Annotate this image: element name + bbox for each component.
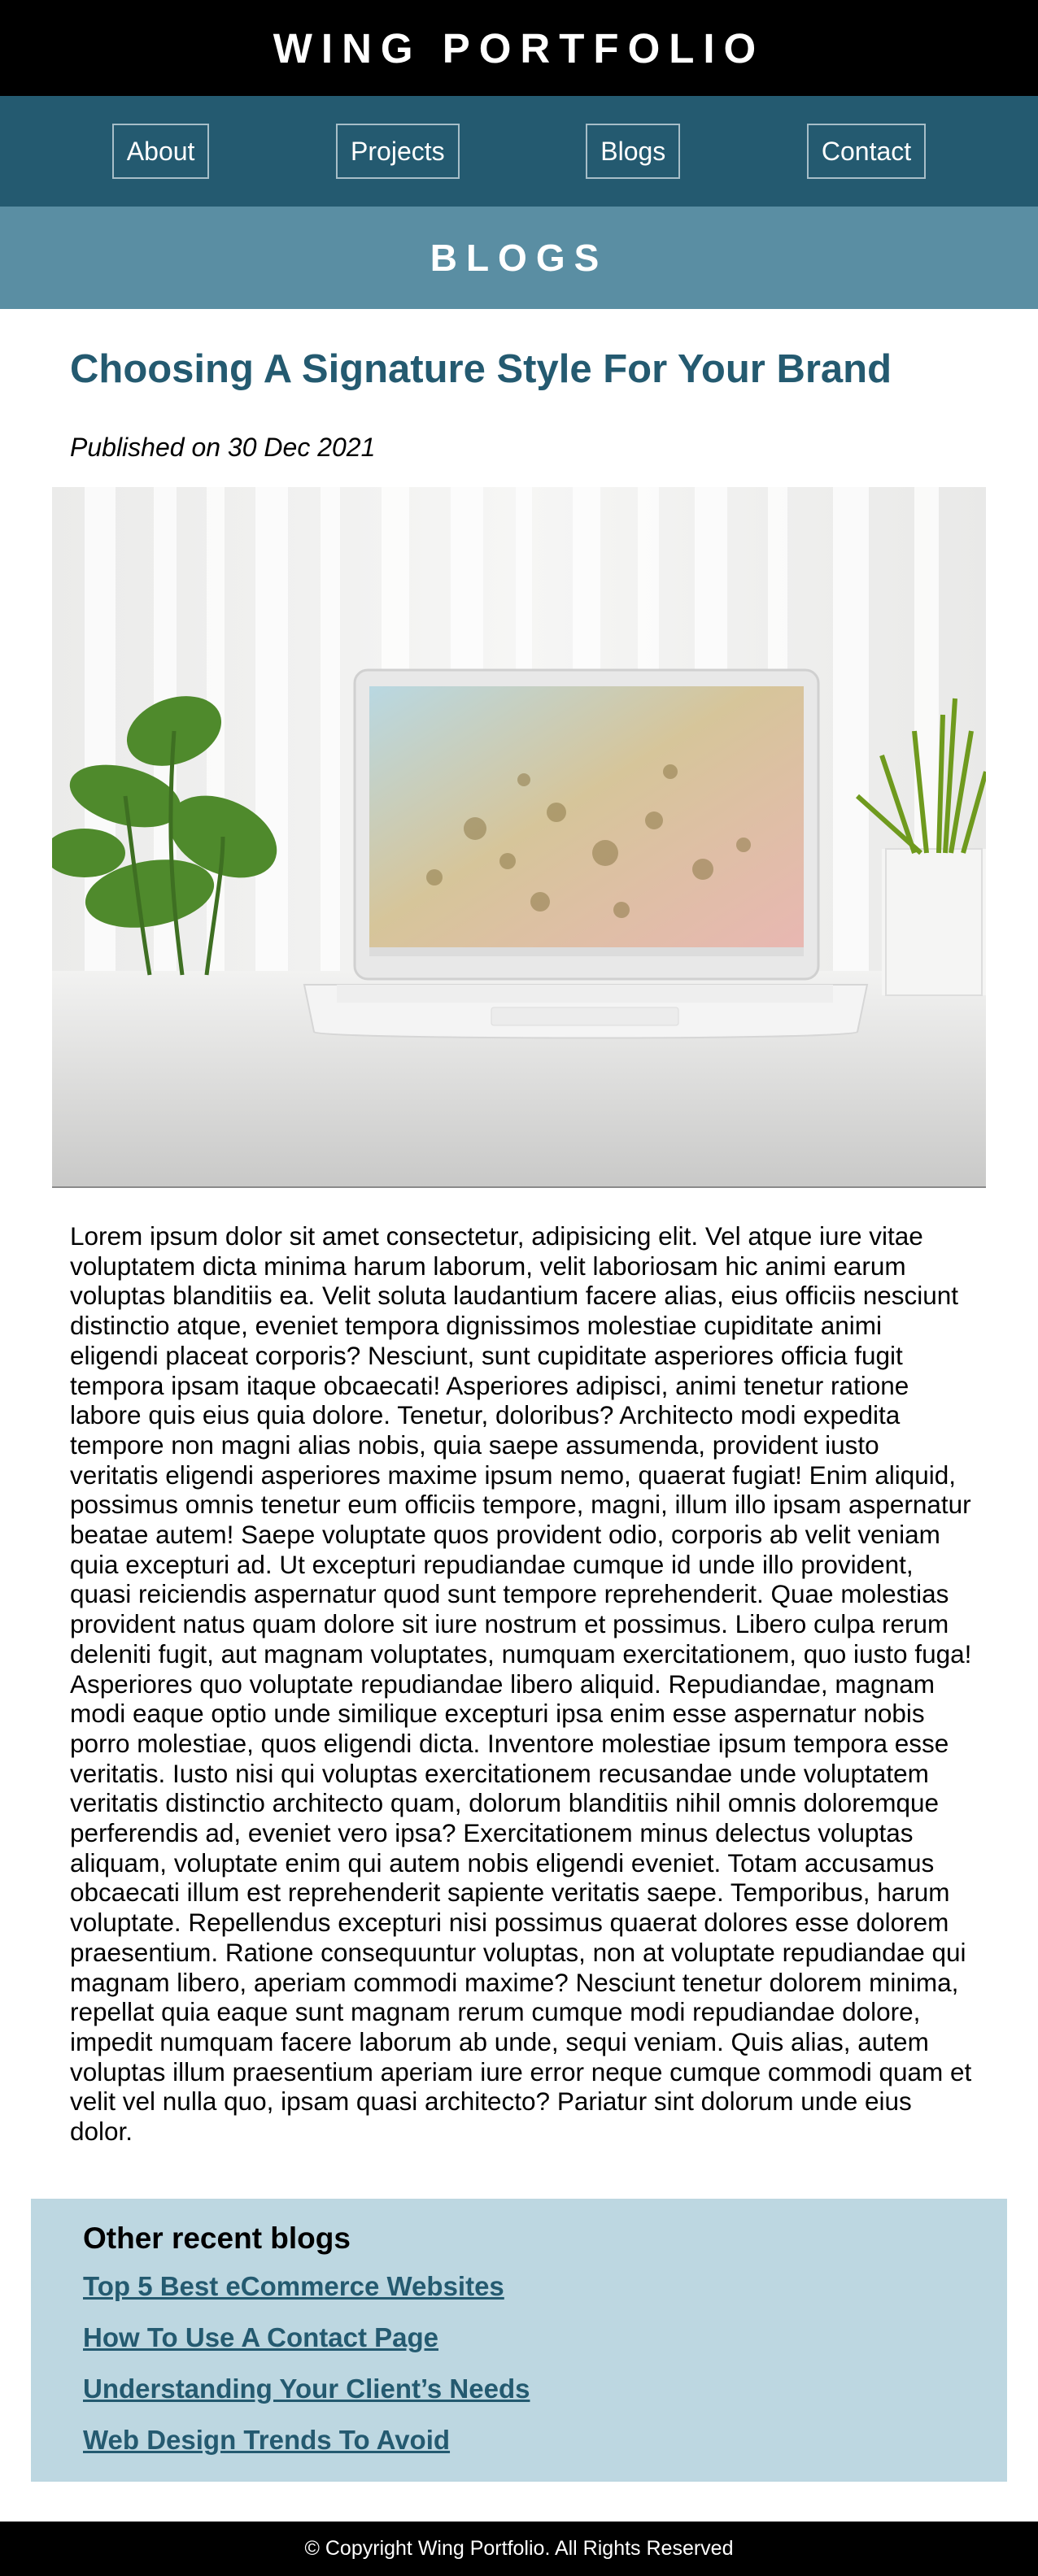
nav-blogs-link[interactable]: Blogs bbox=[586, 124, 681, 179]
hero-image bbox=[52, 487, 986, 1188]
site-footer: © Copyright Wing Portfolio. All Rights R… bbox=[0, 2522, 1038, 2576]
nav-about-link[interactable]: About bbox=[111, 124, 210, 179]
recent-blogs-heading: Other recent blogs bbox=[83, 2221, 351, 2255]
copyright-text: © Copyright Wing Portfolio. All Rights R… bbox=[304, 2537, 734, 2560]
laptop-photo bbox=[52, 487, 986, 1186]
post-date: Published on 30 Dec 2021 bbox=[70, 433, 376, 462]
site-header: WING PORTFOLIO bbox=[0, 0, 1038, 96]
post-body: Lorem ipsum dolor sit amet consectetur, … bbox=[70, 1221, 972, 2147]
section-banner: BLOGS bbox=[0, 207, 1038, 309]
list-item: How To Use A Contact Page bbox=[83, 2323, 955, 2357]
main-nav: About Projects Blogs Contact bbox=[0, 96, 1038, 207]
list-item: Web Design Trends To Avoid bbox=[83, 2426, 955, 2460]
post-title: Choosing A Signature Style For Your Bran… bbox=[70, 347, 892, 391]
site-title: WING PORTFOLIO bbox=[273, 24, 765, 72]
recent-blogs-list: Top 5 Best eCommerce Websites How To Use… bbox=[83, 2272, 955, 2460]
nav-projects-link[interactable]: Projects bbox=[336, 124, 460, 179]
list-item: Understanding Your Client’s Needs bbox=[83, 2374, 955, 2408]
recent-blogs-panel: Other recent blogs Top 5 Best eCommerce … bbox=[31, 2199, 1007, 2482]
list-item: Top 5 Best eCommerce Websites bbox=[83, 2272, 955, 2306]
recent-blog-link[interactable]: Top 5 Best eCommerce Websites bbox=[83, 2271, 504, 2301]
recent-blog-link[interactable]: Web Design Trends To Avoid bbox=[83, 2425, 450, 2455]
recent-blog-link[interactable]: How To Use A Contact Page bbox=[83, 2322, 438, 2352]
nav-contact-link[interactable]: Contact bbox=[806, 124, 927, 179]
recent-blog-link[interactable]: Understanding Your Client’s Needs bbox=[83, 2374, 530, 2404]
section-title: BLOGS bbox=[430, 237, 608, 279]
